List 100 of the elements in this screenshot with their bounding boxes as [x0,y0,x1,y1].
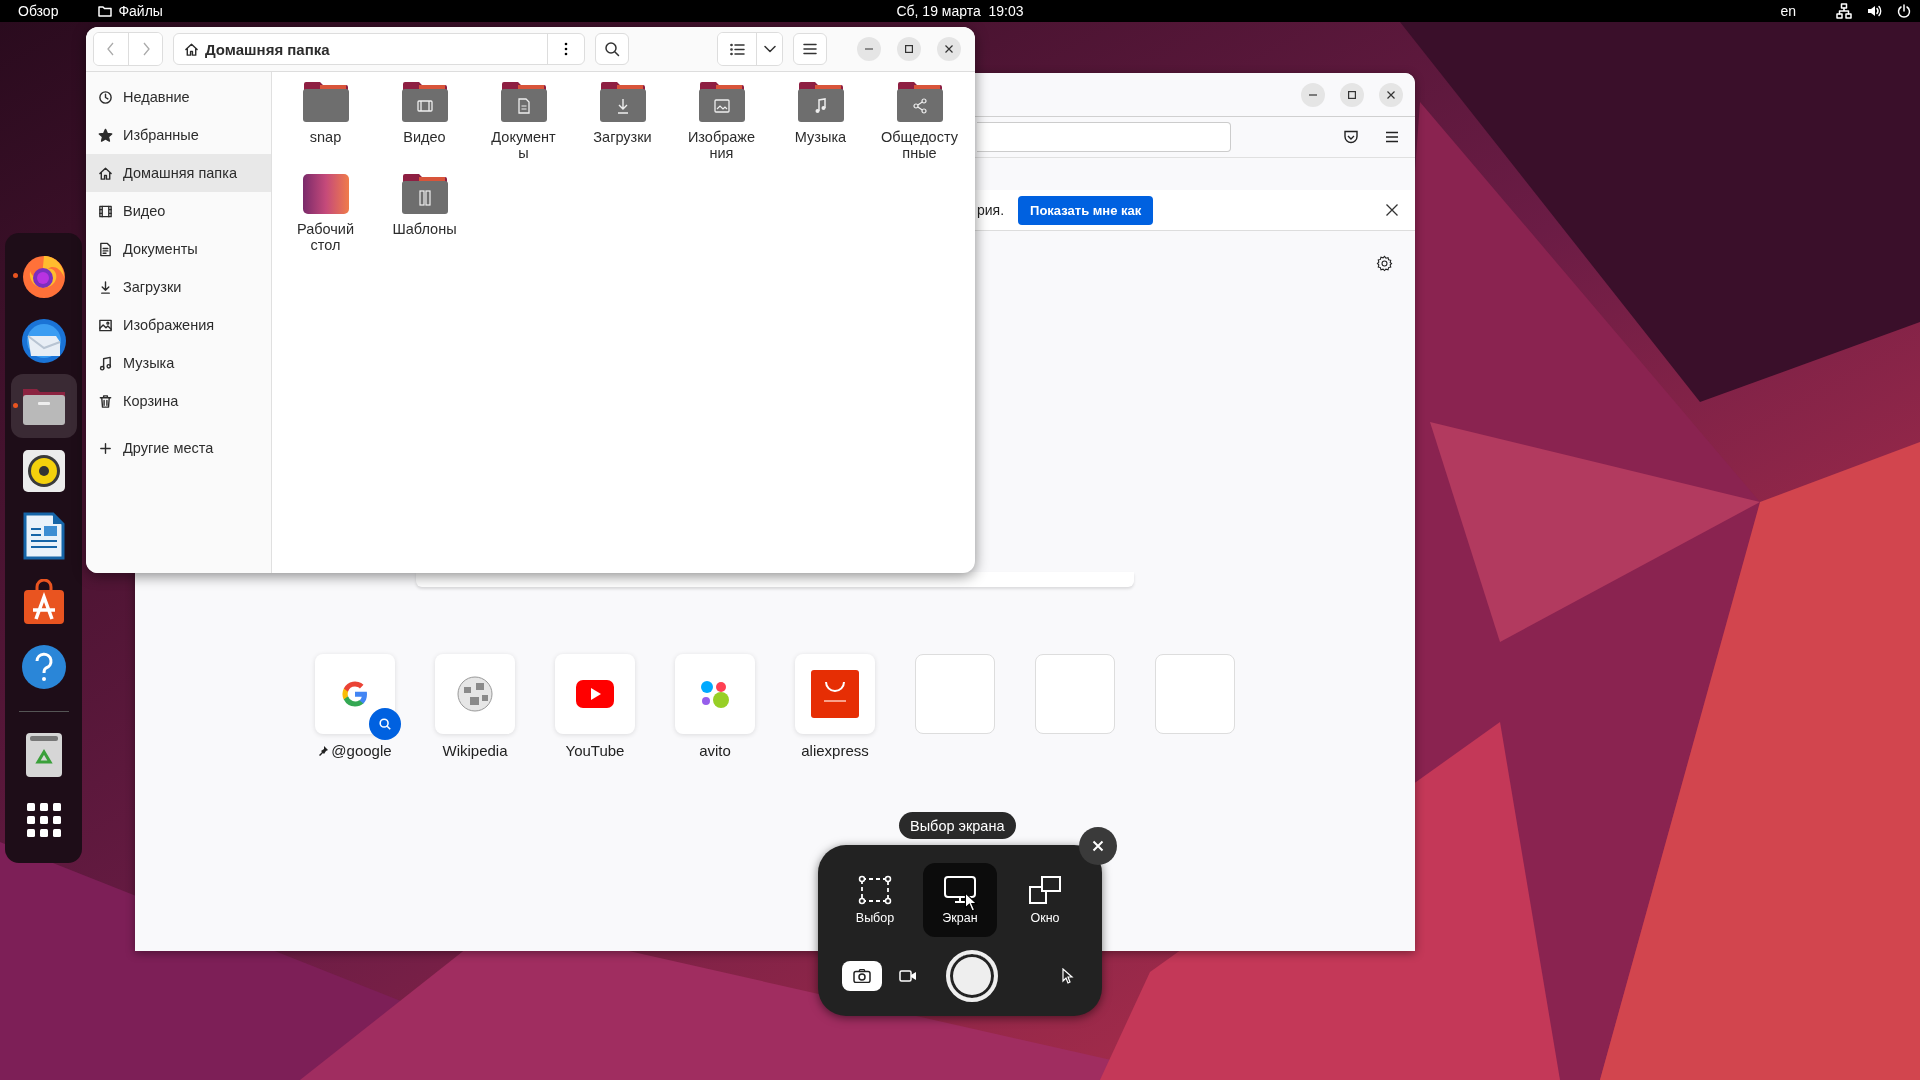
document-app-icon [22,512,65,561]
search-field[interactable] [416,572,1134,587]
film-icon [98,203,113,219]
folder-icon [400,173,449,215]
folder-icon [598,81,647,123]
close-icon [1092,840,1104,852]
empty-shortcut-tile[interactable] [915,654,995,734]
sidebar-item[interactable]: Документы [86,230,271,268]
sidebar-item[interactable]: Домашняя папка [86,154,271,192]
sidebar-item[interactable]: Изображения [86,306,271,344]
search-icon [378,717,392,731]
pocket-icon [1343,129,1359,145]
close-icon [945,45,953,53]
star-icon [98,127,113,143]
network-icon [1836,3,1852,19]
video-camera-icon [899,969,917,983]
shortcut-tile[interactable] [795,654,875,734]
folder-icon [98,5,113,17]
maximize-button[interactable] [897,37,921,61]
folder-item[interactable]: Видео [375,81,474,173]
folder-item[interactable]: Общедосту пные [870,81,969,173]
mode-button[interactable]: Экран [923,863,997,937]
shortcut-label: Wikipedia [442,742,508,759]
activities-button[interactable]: Обзор [10,3,67,19]
shortcut-label: aliexpress [801,742,869,759]
menu-button[interactable] [793,33,827,65]
sidebar-item[interactable]: Видео [86,192,271,230]
monitor-icon [943,875,977,905]
shortcut-label: avito [699,742,731,759]
shopping-logo-icon [811,670,859,718]
shortcut-tile[interactable] [315,654,395,734]
menu-icon [1385,131,1399,143]
image-icon [98,317,113,333]
sidebar-item[interactable]: Загрузки [86,268,271,306]
clock[interactable]: Сб, 19 марта 19:03 [888,3,1032,19]
list-view-button[interactable] [718,33,756,65]
shortcut-label: @google [318,742,392,759]
settings-icon [1376,255,1393,272]
empty-shortcut-tile[interactable] [1035,654,1115,734]
music-note-icon [98,355,113,371]
folder-item[interactable]: Изображе ния [672,81,771,173]
sidebar-item[interactable]: Другие места [86,429,271,467]
folder-icon [895,81,944,123]
window-icon [1028,875,1062,905]
shortcut-tile[interactable] [675,654,755,734]
path-bar[interactable]: Домашняя папка [173,33,585,65]
folder-icon [400,81,449,123]
folder-icon [499,81,548,123]
empty-shortcut-tile[interactable] [1155,654,1235,734]
close-icon [1387,90,1395,99]
folder-item[interactable]: Загрузки [573,81,672,173]
tooltip: Выбор экрана [899,812,1016,839]
minimize-button[interactable] [857,37,881,61]
home-icon [98,165,113,181]
sidebar-item[interactable]: Недавние [86,78,271,116]
globe-icon [456,675,494,713]
dock-item[interactable] [10,374,77,438]
mode-button[interactable]: Выбор [838,863,912,937]
search-icon [604,41,620,57]
list-icon [729,42,745,56]
shortcut-tile[interactable] [435,654,515,734]
maximize-icon [1348,90,1356,99]
folder-icon [301,81,350,123]
folder-item[interactable]: Документ ы [474,81,573,173]
sidebar-item[interactable]: Корзина [86,382,271,420]
speaker-icon [21,449,66,494]
close-icon [1385,203,1399,217]
chevron-down-icon [763,45,776,53]
selection-icon [858,875,892,905]
photo-mode-button[interactable] [842,961,882,991]
shortcut-tile[interactable] [555,654,635,734]
search-button[interactable] [595,33,629,65]
sidebar-item[interactable]: Музыка [86,344,271,382]
folder-icon [796,81,845,123]
clock-icon [98,89,113,105]
shortcut-label: YouTube [565,742,625,759]
view-options-button[interactable] [756,33,782,65]
cursor-icon [964,892,978,912]
keyboard-layout[interactable]: en [1772,3,1804,19]
document-icon [98,241,113,257]
home-icon [184,41,199,57]
folder-item[interactable]: Музыка [771,81,870,173]
mode-button[interactable]: Окно [1008,863,1082,937]
minimize-button[interactable] [1301,82,1325,107]
play-logo-icon [576,680,614,708]
download-icon [98,279,113,295]
app-grid-icon[interactable] [26,803,61,838]
app-menu[interactable]: Файлы [92,3,169,19]
pointer-icon [1062,968,1074,984]
folder-item[interactable]: Шаблоны [375,173,474,265]
capture-button[interactable] [946,950,998,1002]
show-me-how-button[interactable]: Показать мне как [1018,195,1154,225]
plus-icon [98,440,113,456]
folder-item[interactable]: Рабочий стол [276,173,375,265]
menu-icon [803,43,817,55]
maximize-button[interactable] [1340,82,1364,107]
help-icon [20,643,67,690]
sidebar-item[interactable]: Избранные [86,116,271,154]
folder-item[interactable]: snap [276,81,375,173]
address-field[interactable] [977,122,1231,152]
